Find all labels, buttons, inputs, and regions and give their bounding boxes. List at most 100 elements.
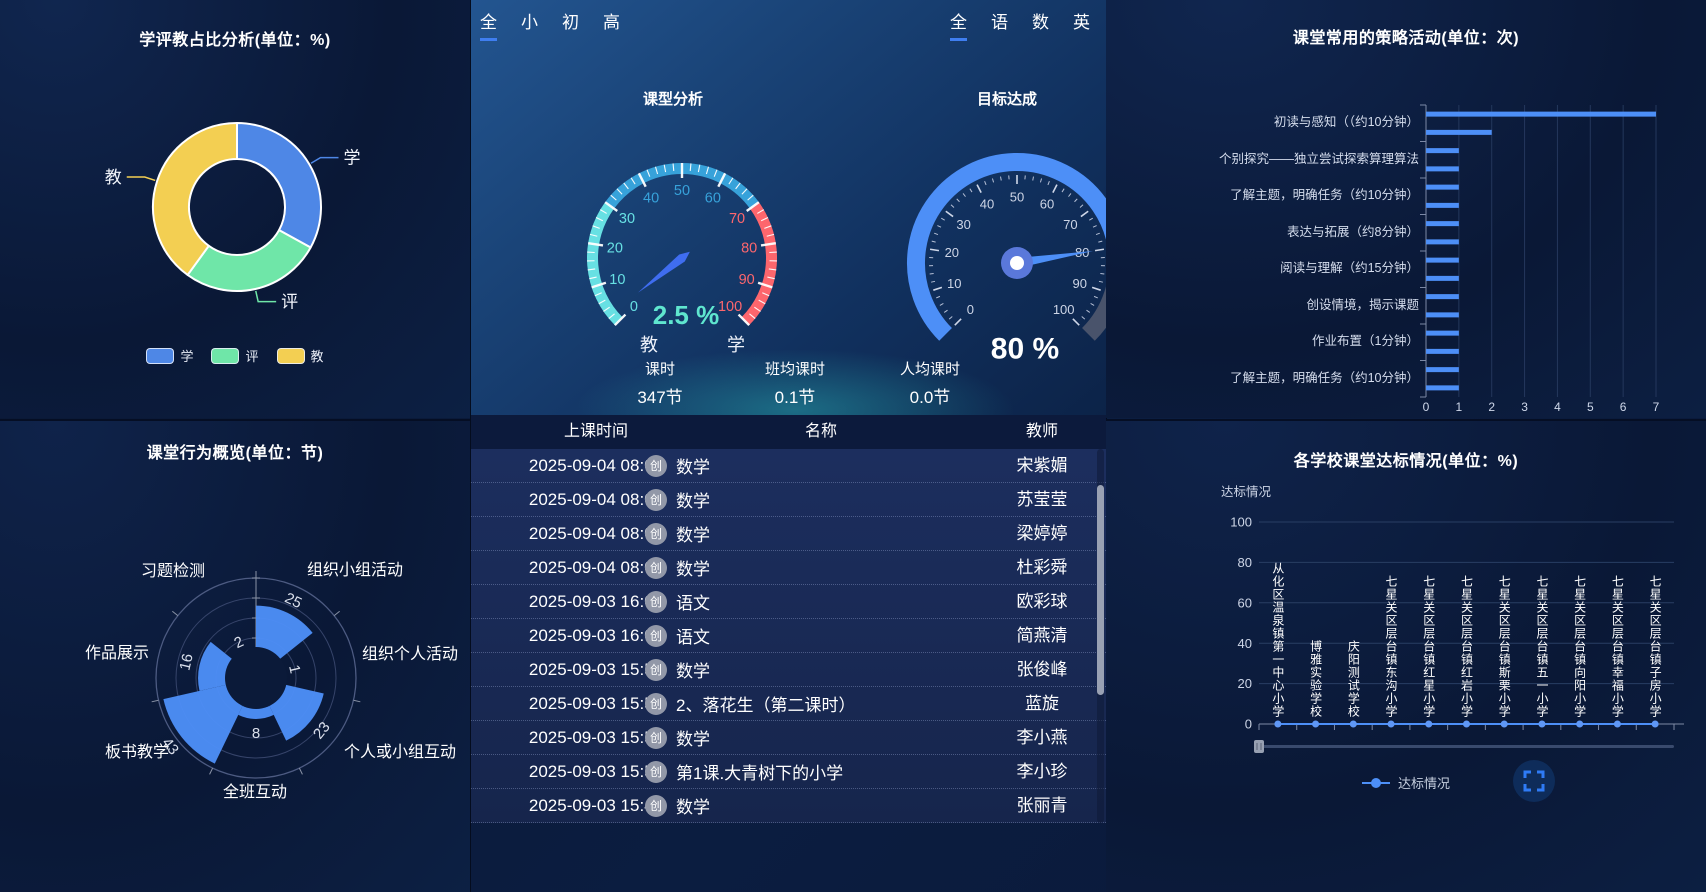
bar[interactable] — [1426, 148, 1459, 153]
bar[interactable] — [1426, 112, 1656, 117]
table-row[interactable]: 2025-09-03 15:50创第1课.大青树下的小学李小珍 — [471, 755, 1106, 789]
bar-category-label: 了解主题，明确任务（约10分钟） — [1214, 188, 1419, 204]
cell-name: 创语文 — [645, 619, 710, 652]
legend-swatch — [277, 348, 305, 364]
data-point[interactable] — [1576, 721, 1583, 728]
legend-item[interactable]: 达标情况 — [1362, 773, 1450, 792]
bar[interactable] — [1426, 367, 1459, 372]
rose-category-label: 作品展示 — [85, 639, 149, 663]
svg-text:0: 0 — [1423, 400, 1430, 414]
bar[interactable] — [1426, 276, 1459, 281]
table-row[interactable]: 2025-09-03 15:50创数学李小燕 — [471, 721, 1106, 755]
subject-tab-1[interactable]: 语 — [991, 8, 1008, 41]
legend-swatch — [146, 348, 174, 364]
data-point[interactable] — [1312, 721, 1319, 728]
created-badge-icon: 创 — [645, 625, 667, 647]
bar[interactable] — [1426, 166, 1459, 171]
data-point[interactable] — [1501, 721, 1508, 728]
column-header-teacher: 教师 — [961, 415, 1107, 449]
svg-text:20: 20 — [945, 245, 959, 260]
bar[interactable] — [1426, 331, 1459, 336]
table-row[interactable]: 2025-09-03 15:50创2、落花生（第二课时）蓝旋 — [471, 687, 1106, 721]
rose-category-label: 板书教学 — [105, 738, 169, 762]
table-scrollbar[interactable] — [1097, 449, 1104, 823]
stage-tab-2[interactable]: 初 — [562, 8, 579, 41]
bar[interactable] — [1426, 385, 1459, 390]
subject-tab-2[interactable]: 数 — [1032, 8, 1049, 41]
bar[interactable] — [1426, 239, 1459, 244]
table-row[interactable]: 2025-09-04 08:00创数学苏莹莹 — [471, 483, 1106, 517]
created-badge-icon: 创 — [645, 455, 667, 477]
datazoom-track[interactable] — [1259, 745, 1674, 748]
pie-slice-学[interactable] — [237, 123, 321, 247]
stat-label: 人均课时 — [865, 358, 995, 379]
panel-donut: 学评教占比分析(单位：%) 学评教 学评教 — [0, 0, 470, 418]
bar-category-label: 创设情境，揭示课题 — [1214, 298, 1419, 314]
bar-category-label: 初读与感知（（约10分钟） — [1214, 115, 1419, 131]
table-row[interactable]: 2025-09-04 08:00创数学梁婷婷 — [471, 517, 1106, 551]
table-row[interactable]: 2025-09-03 15:50创数学张俊峰 — [471, 653, 1106, 687]
data-point[interactable] — [1350, 721, 1357, 728]
data-point[interactable] — [1425, 721, 1432, 728]
rose-category-label: 组织个人活动 — [362, 640, 458, 664]
bar[interactable] — [1426, 349, 1459, 354]
stage-tab-0[interactable]: 全 — [480, 8, 497, 41]
bar[interactable] — [1426, 294, 1459, 299]
fullscreen-button[interactable] — [1513, 760, 1555, 802]
subject-tab-3[interactable]: 英 — [1073, 8, 1090, 41]
legend-label: 达标情况 — [1398, 773, 1450, 792]
created-badge-icon: 创 — [645, 761, 667, 783]
table-row[interactable]: 2025-09-03 16:00创语文简燕清 — [471, 619, 1106, 653]
svg-text:80: 80 — [741, 240, 757, 256]
bar[interactable] — [1426, 221, 1459, 226]
school-label: 七星关区层台镇红岩小学 — [1459, 575, 1475, 718]
rose-value-label: 1 — [285, 663, 303, 675]
cell-teacher: 苏莹莹 — [961, 483, 1107, 516]
bar[interactable] — [1426, 312, 1459, 317]
donut-legend-item-教[interactable]: 教 — [277, 346, 324, 365]
bar-category-label: 阅读与理解（约15分钟） — [1214, 261, 1419, 277]
data-point[interactable] — [1538, 721, 1545, 728]
stat-value: 0.1节 — [730, 383, 860, 408]
table-row[interactable]: 2025-09-03 15:40创数学张丽青 — [471, 789, 1106, 823]
bar[interactable] — [1426, 203, 1459, 208]
pie-callout-label: 学 — [343, 149, 360, 168]
table-row[interactable]: 2025-09-04 08:00创数学杜彩舜 — [471, 551, 1106, 585]
panel-school-line: 各学校课堂达标情况(单位：%) 020406080100达标情况 从化区温泉镇第… — [1106, 419, 1706, 892]
bar[interactable] — [1426, 185, 1459, 190]
data-point[interactable] — [1274, 721, 1281, 728]
svg-text:7: 7 — [1653, 400, 1660, 414]
subject-tab-0[interactable]: 全 — [950, 8, 967, 41]
svg-text:50: 50 — [674, 183, 690, 199]
table-rows: 2025-09-04 08:00创数学宋紫媚2025-09-04 08:00创数… — [471, 449, 1106, 823]
pie-slice-评[interactable] — [188, 230, 311, 291]
data-point[interactable] — [1388, 721, 1395, 728]
lesson-name: 数学 — [676, 521, 710, 546]
pie-callout-label: 评 — [281, 293, 298, 312]
stat-0: 课时347节 — [595, 358, 725, 408]
table-scrollbar-thumb[interactable] — [1097, 485, 1104, 695]
center-top-section: 全小初高 全语数英 课型分析 目标达成 01020304050607080901… — [471, 0, 1106, 415]
donut-legend-item-评[interactable]: 评 — [211, 346, 258, 365]
donut-legend-item-学[interactable]: 学 — [146, 346, 193, 365]
data-point[interactable] — [1652, 721, 1659, 728]
table-row[interactable]: 2025-09-03 16:00创语文欧彩球 — [471, 585, 1106, 619]
school-label: 博雅实验学校 — [1308, 640, 1324, 718]
stage-tab-3[interactable]: 高 — [603, 8, 620, 41]
datazoom-handle[interactable] — [1254, 740, 1264, 753]
cell-teacher: 杜彩舜 — [961, 551, 1107, 584]
stat-1: 班均课时0.1节 — [730, 358, 860, 408]
pie-slice-教[interactable] — [153, 123, 237, 275]
bar-category-label: 表达与拓展（约8分钟） — [1214, 225, 1419, 241]
bar-category-label: 作业布置（1分钟） — [1214, 334, 1419, 350]
bar[interactable] — [1426, 258, 1459, 263]
cell-name: 创数学 — [645, 551, 710, 584]
data-point[interactable] — [1463, 721, 1470, 728]
stage-tab-1[interactable]: 小 — [521, 8, 538, 41]
svg-text:3: 3 — [1521, 400, 1528, 414]
svg-text:50: 50 — [1010, 190, 1024, 205]
bar[interactable] — [1426, 130, 1492, 135]
table-row[interactable]: 2025-09-04 08:00创数学宋紫媚 — [471, 449, 1106, 483]
data-point[interactable] — [1614, 721, 1621, 728]
cell-teacher: 张丽青 — [961, 789, 1107, 822]
